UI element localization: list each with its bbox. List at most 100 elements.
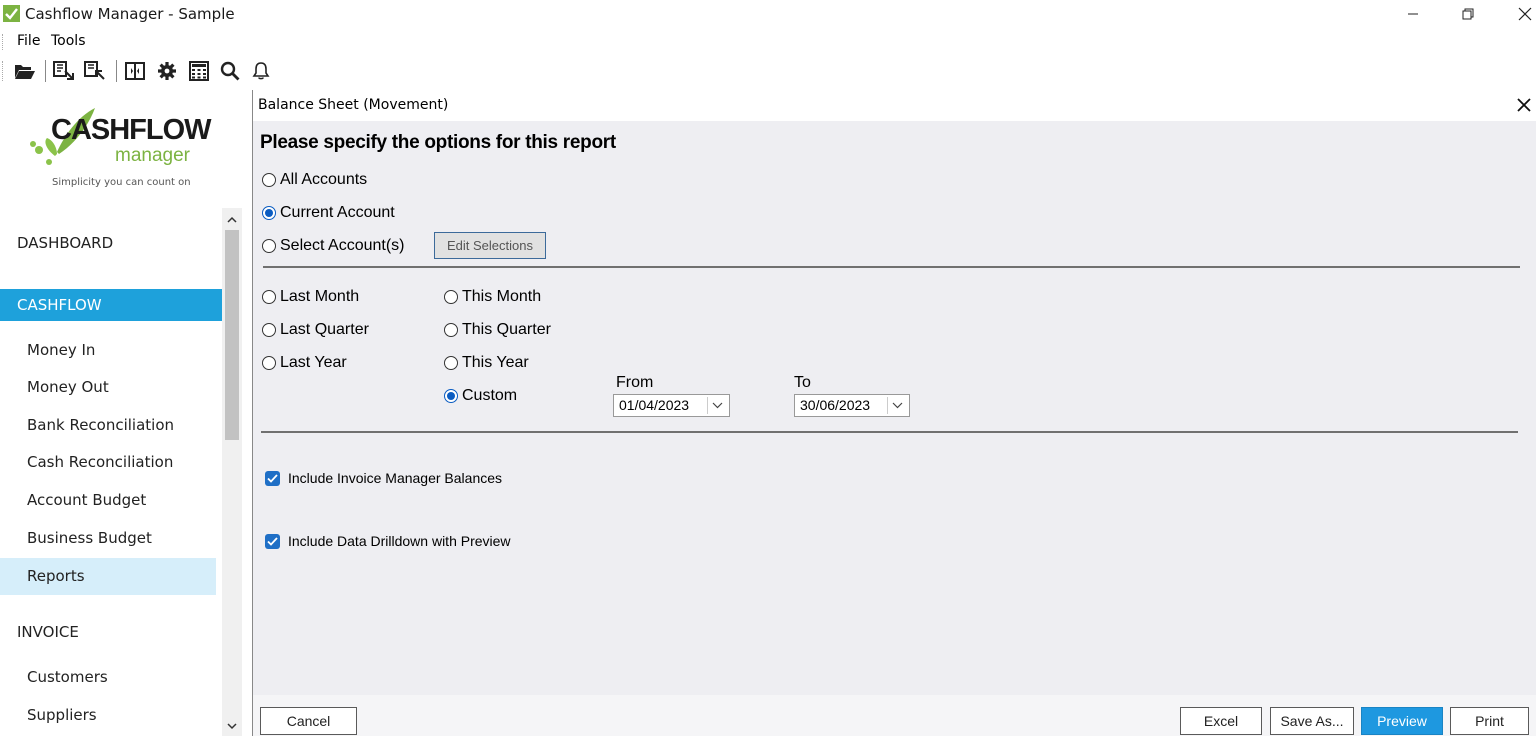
- scroll-down-button[interactable]: [222, 717, 242, 735]
- restore-data-icon: [84, 61, 105, 80]
- sidebar-scrollbar[interactable]: [222, 208, 242, 736]
- edit-selections-button[interactable]: Edit Selections: [434, 232, 546, 259]
- radio-last-month[interactable]: Last Month: [262, 286, 359, 308]
- radio-label: All Accounts: [280, 171, 368, 188]
- nav-cashflow[interactable]: CASHFLOW: [0, 289, 222, 321]
- nav-cash-reconciliation[interactable]: Cash Reconciliation: [0, 444, 216, 481]
- checkbox-indicator: [265, 533, 280, 549]
- radio-custom[interactable]: Custom: [444, 385, 517, 407]
- restore-icon: [1462, 8, 1474, 20]
- radio-last-quarter[interactable]: Last Quarter: [262, 319, 369, 341]
- title-bar: Cashflow Manager - Sample: [0, 0, 1536, 28]
- from-label: From: [616, 374, 654, 391]
- calculator-button[interactable]: [187, 59, 211, 83]
- to-label: To: [794, 374, 811, 391]
- radio-all-accounts[interactable]: All Accounts: [262, 169, 367, 191]
- nav-invoice[interactable]: INVOICE: [0, 616, 222, 648]
- to-date-picker[interactable]: 30/06/2023: [794, 394, 910, 417]
- scroll-up-button[interactable]: [222, 210, 242, 228]
- nav-money-out[interactable]: Money Out: [0, 369, 216, 406]
- radio-label: Last Month: [280, 288, 360, 305]
- logo-tagline: Simplicity you can count on: [52, 177, 191, 188]
- radio-indicator: [444, 290, 458, 304]
- checkbox-indicator: [265, 470, 280, 486]
- folder-open-icon: [15, 65, 35, 79]
- radio-indicator: [444, 323, 458, 337]
- backup-icon: [53, 61, 74, 80]
- restore-button[interactable]: [1443, 0, 1493, 28]
- from-date-picker[interactable]: 01/04/2023: [613, 394, 730, 417]
- to-date-dropdown[interactable]: [887, 397, 907, 414]
- menu-bar: File Tools: [0, 30, 300, 52]
- radio-label: Last Quarter: [280, 321, 369, 338]
- chevron-down-icon: [712, 402, 723, 409]
- app-icon: [3, 5, 20, 22]
- radio-indicator: [262, 356, 276, 370]
- excel-button[interactable]: Excel: [1180, 707, 1262, 735]
- cancel-button[interactable]: Cancel: [260, 707, 357, 735]
- checkbox-label: Include Data Drilldown with Preview: [288, 533, 511, 549]
- toolbar: [0, 55, 300, 87]
- search-button[interactable]: [218, 59, 242, 83]
- open-button[interactable]: [13, 59, 37, 83]
- nav-account-budget[interactable]: Account Budget: [0, 482, 216, 519]
- nav-reports[interactable]: Reports: [0, 558, 216, 595]
- toolbar-separator: [45, 60, 46, 82]
- gear-icon: [158, 62, 176, 80]
- window-title: Cashflow Manager - Sample: [25, 5, 235, 23]
- menu-file[interactable]: File: [17, 33, 40, 49]
- radio-this-year[interactable]: This Year: [444, 352, 529, 374]
- radio-indicator: [262, 173, 276, 187]
- backup-button[interactable]: [52, 59, 76, 83]
- radio-last-year[interactable]: Last Year: [262, 352, 347, 374]
- nav-business-budget[interactable]: Business Budget: [0, 520, 216, 557]
- nav-dashboard[interactable]: DASHBOARD: [0, 227, 222, 259]
- dialog-header: Balance Sheet (Movement): [253, 90, 1536, 121]
- preview-button[interactable]: Preview: [1361, 707, 1443, 735]
- radio-current-account[interactable]: Current Account: [262, 202, 395, 224]
- checkbox-label: Include Invoice Manager Balances: [288, 470, 503, 486]
- radio-this-quarter[interactable]: This Quarter: [444, 319, 551, 341]
- close-icon[interactable]: [1515, 96, 1533, 114]
- restore-data-button[interactable]: [83, 59, 107, 83]
- radio-label: This Month: [462, 288, 542, 305]
- include-invoice-checkbox[interactable]: Include Invoice Manager Balances: [265, 468, 502, 488]
- radio-label: Current Account: [280, 204, 395, 221]
- search-icon: [220, 61, 240, 81]
- radio-label: Last Year: [280, 354, 347, 371]
- radio-select-accounts[interactable]: Select Account(s): [262, 235, 405, 257]
- include-drilldown-checkbox[interactable]: Include Data Drilldown with Preview: [265, 531, 511, 551]
- minimize-button[interactable]: [1388, 0, 1438, 28]
- nav-customers[interactable]: Customers: [0, 659, 216, 696]
- logo-name: CASHFLOW: [51, 114, 212, 146]
- radio-this-month[interactable]: This Month: [444, 286, 541, 308]
- check-icon: [267, 536, 278, 546]
- notifications-button[interactable]: [249, 59, 273, 83]
- from-date-value: 01/04/2023: [619, 397, 690, 413]
- menu-tools[interactable]: Tools: [51, 33, 86, 49]
- settings-button[interactable]: [155, 59, 179, 83]
- radio-indicator: [444, 356, 458, 370]
- dialog-footer: Cancel Excel Save As... Preview Print: [253, 695, 1536, 736]
- save-as-button[interactable]: Save As...: [1270, 707, 1354, 735]
- panel-toggle-button[interactable]: [123, 59, 147, 83]
- nav-bank-reconciliation[interactable]: Bank Reconciliation: [0, 407, 216, 444]
- bell-icon: [252, 62, 270, 80]
- radio-indicator: [262, 323, 276, 337]
- radio-indicator: [262, 239, 276, 253]
- scroll-thumb[interactable]: [225, 230, 239, 440]
- check-icon: [267, 473, 278, 483]
- report-dialog: Balance Sheet (Movement) Please specify …: [252, 90, 1536, 736]
- nav-money-in[interactable]: Money In: [0, 332, 216, 369]
- calculator-icon: [189, 61, 209, 81]
- print-button[interactable]: Print: [1450, 707, 1529, 735]
- from-date-dropdown[interactable]: [707, 397, 727, 414]
- close-icon: [1518, 7, 1532, 21]
- section-divider: [263, 266, 1520, 268]
- radio-label: This Quarter: [462, 321, 551, 338]
- menu-grip: [2, 34, 5, 50]
- radio-indicator: [262, 290, 276, 304]
- nav-suppliers[interactable]: Suppliers: [0, 697, 216, 734]
- close-window-button[interactable]: [1500, 0, 1536, 28]
- logo-sub: manager: [115, 145, 190, 166]
